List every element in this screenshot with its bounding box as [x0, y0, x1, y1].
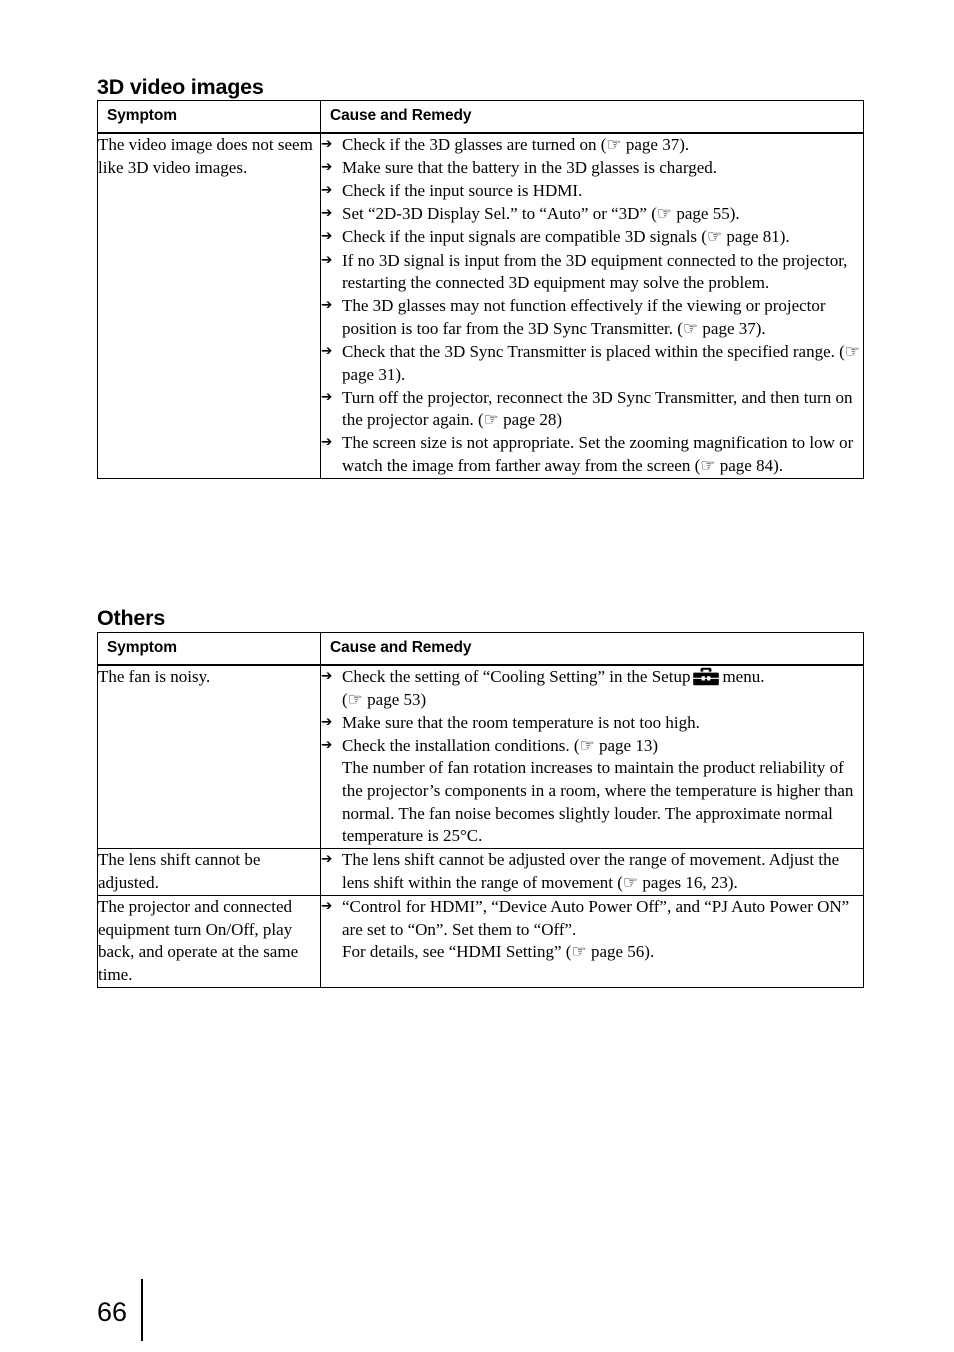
- list-item: Set “2D-3D Display Sel.” to “Auto” or “3…: [321, 203, 863, 226]
- list-item: If no 3D signal is input from the 3D equ…: [321, 250, 863, 295]
- table-row: The lens shift cannot be adjusted. The l…: [97, 848, 864, 897]
- remedy-list: The lens shift cannot be adjusted over t…: [321, 849, 863, 894]
- remedy-cell: Check the setting of “Cooling Setting” i…: [320, 664, 864, 850]
- remedy-cell: Check if the 3D glasses are turned on (☞…: [320, 132, 864, 480]
- cooling-setting-text-post: menu.: [722, 667, 765, 686]
- list-item: Check if the input signals are compatibl…: [321, 226, 863, 249]
- list-item: Check the installation conditions. (☞ pa…: [321, 735, 863, 848]
- document-page: 3D video images Symptom Cause and Remedy…: [0, 0, 954, 1352]
- symptom-cell: The video image does not seem like 3D vi…: [97, 132, 321, 480]
- symptom-cell: The fan is noisy.: [97, 664, 321, 850]
- symptom-cell: The lens shift cannot be adjusted.: [97, 848, 321, 897]
- list-item-continuation: The number of fan rotation increases to …: [342, 758, 854, 846]
- remedy-list: “Control for HDMI”, “Device Auto Power O…: [321, 896, 863, 964]
- symptom-cell: The projector and connected equipment tu…: [97, 895, 321, 988]
- footer-divider: [141, 1279, 143, 1341]
- list-item: Check if the 3D glasses are turned on (☞…: [321, 134, 863, 157]
- toolbox-icon: [693, 667, 720, 686]
- remedy-list: Check if the 3D glasses are turned on (☞…: [321, 134, 863, 478]
- list-item: Check that the 3D Sync Transmitter is pl…: [321, 341, 863, 386]
- list-item: The screen size is not appropriate. Set …: [321, 432, 863, 477]
- table-3d-video-images: Symptom Cause and Remedy The video image…: [97, 100, 864, 480]
- list-item-label: “Control for HDMI”, “Device Auto Power O…: [342, 897, 850, 939]
- column-header-cause-and-remedy: Cause and Remedy: [320, 100, 864, 134]
- column-header-cause-and-remedy: Cause and Remedy: [320, 632, 864, 666]
- table-header-row: Symptom Cause and Remedy: [97, 632, 864, 666]
- section-heading-3d-video-images: 3D video images: [97, 74, 264, 99]
- list-item: The 3D glasses may not function effectiv…: [321, 295, 863, 340]
- page-number: 66: [97, 1296, 128, 1327]
- list-item: The lens shift cannot be adjusted over t…: [321, 849, 863, 894]
- list-item: Make sure that the room temperature is n…: [321, 712, 863, 735]
- table-row: The projector and connected equipment tu…: [97, 895, 864, 988]
- list-item-label: Check the installation conditions. (☞ pa…: [342, 735, 658, 755]
- column-header-symptom: Symptom: [97, 632, 321, 666]
- table-others: Symptom Cause and Remedy The fan is nois…: [97, 632, 864, 988]
- section-heading-others: Others: [97, 605, 166, 630]
- column-header-symptom: Symptom: [97, 100, 321, 134]
- page-footer: 66: [97, 1279, 143, 1341]
- cooling-setting-page-ref: (☞ page 53): [342, 689, 427, 709]
- list-item: Make sure that the battery in the 3D gla…: [321, 157, 863, 180]
- remedy-list: Check the setting of “Cooling Setting” i…: [321, 666, 863, 848]
- remedy-cell: “Control for HDMI”, “Device Auto Power O…: [320, 895, 864, 988]
- list-item: Check the setting of “Cooling Setting” i…: [321, 666, 863, 711]
- table-header-row: Symptom Cause and Remedy: [97, 100, 864, 134]
- list-item-continuation: For details, see “HDMI Setting” (☞ page …: [342, 942, 655, 962]
- cooling-setting-text-pre: Check the setting of “Cooling Setting” i…: [342, 667, 691, 686]
- list-item: Check if the input source is HDMI.: [321, 180, 863, 203]
- list-item: Turn off the projector, reconnect the 3D…: [321, 387, 863, 432]
- table-row: The video image does not seem like 3D vi…: [97, 132, 864, 480]
- remedy-cell: The lens shift cannot be adjusted over t…: [320, 848, 864, 897]
- list-item: “Control for HDMI”, “Device Auto Power O…: [321, 896, 863, 964]
- table-row: The fan is noisy. Check the setting of “…: [97, 664, 864, 850]
